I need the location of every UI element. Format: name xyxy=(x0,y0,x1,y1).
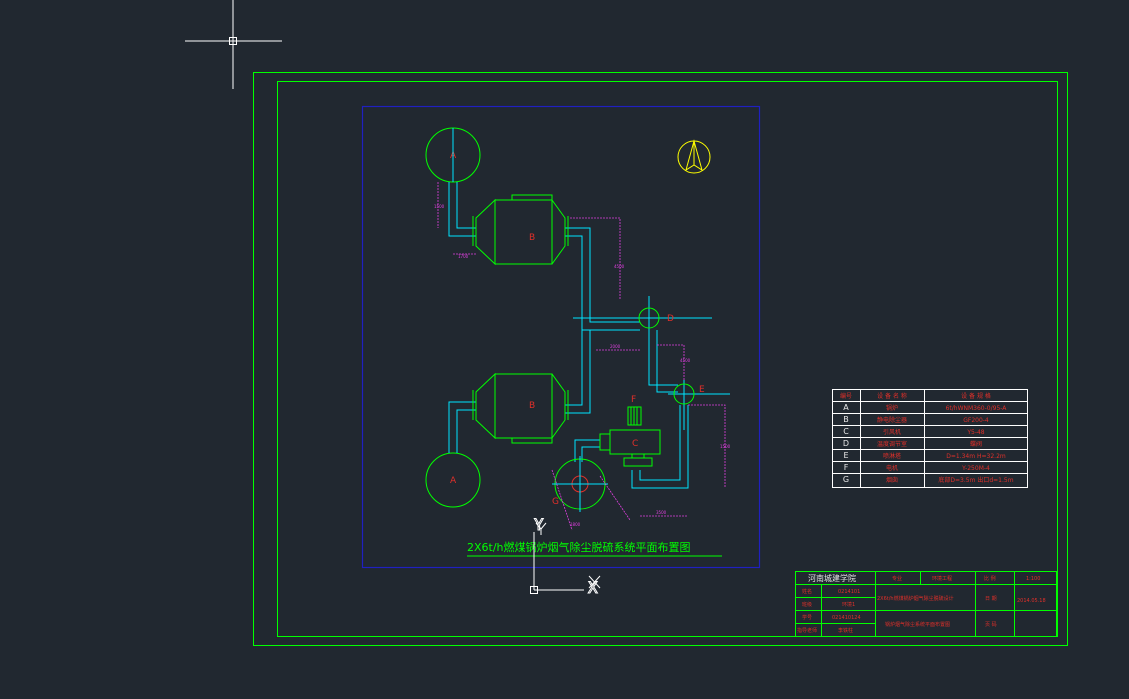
table-cell: 电机 xyxy=(886,464,898,472)
drawing-title: 2X6t/h燃煤锅炉烟气除尘脱硫系统平面布置图 xyxy=(467,540,722,557)
crosshair-cursor xyxy=(185,0,282,89)
motor-label: F xyxy=(631,395,636,405)
svg-text:1800: 1800 xyxy=(570,522,581,527)
table-cell: A xyxy=(843,403,849,412)
ucs-y-label: Y xyxy=(534,515,544,534)
svg-text:环境1: 环境1 xyxy=(842,601,855,608)
viewport-frame[interactable] xyxy=(361,105,761,569)
svg-text:0214101: 0214101 xyxy=(838,589,860,595)
table-cell: B xyxy=(843,415,849,424)
svg-text:班级: 班级 xyxy=(802,601,812,608)
svg-text:比 例: 比 例 xyxy=(984,575,996,582)
tb-school: 河南城建学院 xyxy=(808,573,856,583)
table-cell: D xyxy=(843,439,849,448)
svg-text:4500: 4500 xyxy=(680,358,691,363)
collector-top-label: B xyxy=(529,233,535,243)
svg-text:2X6t/h燃煤锅炉烟气除尘脱硫设计: 2X6t/h燃煤锅炉烟气除尘脱硫设计 xyxy=(877,595,954,602)
table-cell: 6t/hWNM360-0/95-A xyxy=(946,405,1008,412)
table-header-cell: 设 备 规 格 xyxy=(961,392,991,400)
table-cell: 底部D=3.5m 出口d=1.5m xyxy=(938,476,1013,484)
svg-text:页 码: 页 码 xyxy=(985,621,997,628)
collector-bottom-label: B xyxy=(529,401,535,411)
table-cell: 锅炉 xyxy=(886,404,898,412)
outer-frame xyxy=(253,72,1068,646)
table-cell: G xyxy=(843,475,849,484)
svg-text:日 期: 日 期 xyxy=(985,596,997,602)
svg-text:1500: 1500 xyxy=(434,204,445,209)
title-block: 河南城建学院 专业 环境工程 比 例 1:100 姓名 0214101 班级 环… xyxy=(795,571,1057,637)
cad-drawing-canvas[interactable]: A A B B D E F C G 1500 1700 4500 2000 45… xyxy=(0,0,1129,699)
svg-text:学号: 学号 xyxy=(802,614,812,621)
svg-text:4500: 4500 xyxy=(614,264,625,269)
equipment-table: 编号 设 备 名 称 设 备 规 格 A 锅炉 6t/hWNM360-0/95-A B 静电除… xyxy=(832,389,1028,488)
svg-text:1:100: 1:100 xyxy=(1026,576,1040,582)
svg-text:指导老师: 指导老师 xyxy=(797,627,817,634)
table-cell: GF200-4 xyxy=(963,417,989,424)
table-header-cell: 设 备 名 称 xyxy=(877,392,907,400)
table-cell: F xyxy=(844,463,849,472)
svg-text:2000: 2000 xyxy=(610,344,621,349)
motor-f[interactable]: F xyxy=(627,395,642,426)
chimney-g[interactable]: G xyxy=(552,456,608,512)
table-cell: Y5-48 xyxy=(966,429,984,436)
dust-collector-bottom[interactable]: B xyxy=(472,372,569,444)
chimney-label: G xyxy=(552,497,559,507)
svg-text:专业: 专业 xyxy=(892,575,902,582)
table-cell: Y-250M-4 xyxy=(961,465,990,472)
valve-label: D xyxy=(667,314,674,324)
table-cell: 烟囱 xyxy=(886,476,898,484)
tower-label: E xyxy=(699,385,705,395)
svg-text:姓名: 姓名 xyxy=(802,588,812,595)
table-cell: E xyxy=(843,451,848,460)
svg-text:1500: 1500 xyxy=(720,444,731,449)
north-arrow-icon xyxy=(677,139,711,174)
table-cell: 喷淋塔 xyxy=(883,452,901,460)
svg-text:1700: 1700 xyxy=(458,254,469,259)
svg-text:环境工程: 环境工程 xyxy=(932,575,952,582)
table-cell: 引风机 xyxy=(883,428,901,436)
table-cell: D=1.34m H=32.2m xyxy=(946,453,1006,460)
induced-fan-c[interactable]: C xyxy=(599,429,661,467)
svg-text:李铁柱: 李铁柱 xyxy=(838,627,853,634)
table-cell: C xyxy=(843,427,849,436)
table-cell: 温度调节室 xyxy=(877,440,907,448)
svg-text:2X6t/h燃煤锅炉烟气除尘脱硫系统平面布置图: 2X6t/h燃煤锅炉烟气除尘脱硫系统平面布置图 xyxy=(467,540,691,554)
boiler-bottom[interactable]: A xyxy=(425,452,481,508)
dust-collector-top[interactable]: B xyxy=(472,194,569,266)
fan-label: C xyxy=(632,439,638,449)
svg-text:021410124: 021410124 xyxy=(832,615,861,621)
svg-text:3500: 3500 xyxy=(656,510,667,515)
svg-text:锅炉烟气除尘系统平面布置图: 锅炉烟气除尘系统平面布置图 xyxy=(885,621,950,628)
table-header-cell: 编号 xyxy=(840,392,852,400)
boiler-bottom-label: A xyxy=(450,476,457,486)
table-cell: 蝶阀 xyxy=(970,440,982,448)
svg-text:2014.05.18: 2014.05.18 xyxy=(1017,598,1046,604)
table-cell: 静电除尘器 xyxy=(877,416,907,424)
